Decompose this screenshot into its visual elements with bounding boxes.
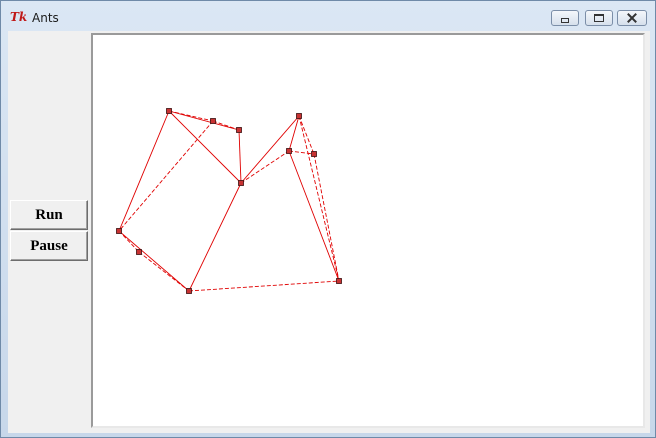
graph-edge bbox=[118, 230, 190, 292]
app-window: Tk Ants Run Pause bbox=[0, 0, 656, 438]
graph-edge bbox=[188, 182, 242, 292]
graph-edge bbox=[298, 115, 340, 282]
graph-edge bbox=[313, 153, 340, 282]
graph-edge bbox=[168, 110, 242, 184]
close-icon bbox=[627, 13, 637, 23]
maximize-icon bbox=[594, 14, 604, 22]
graph-node bbox=[336, 278, 342, 284]
graph-edge bbox=[168, 110, 240, 131]
graph-edge bbox=[118, 120, 214, 232]
graph-node bbox=[236, 127, 242, 133]
graph-node bbox=[116, 228, 122, 234]
tk-feather-icon: Tk bbox=[10, 10, 28, 24]
close-button[interactable] bbox=[617, 10, 647, 26]
pause-button[interactable]: Pause bbox=[10, 231, 88, 261]
graph-node bbox=[136, 249, 142, 255]
ant-graph bbox=[116, 108, 342, 294]
graph-edge bbox=[288, 150, 315, 155]
graph-node bbox=[311, 151, 317, 157]
simulation-canvas[interactable] bbox=[91, 33, 645, 428]
graph-node bbox=[286, 148, 292, 154]
graph-node bbox=[296, 113, 302, 119]
client-area: Run Pause bbox=[8, 31, 650, 433]
graph-edge bbox=[118, 110, 170, 232]
graph-edge bbox=[238, 129, 242, 184]
title-bar[interactable]: Tk Ants bbox=[1, 1, 655, 31]
graph-node bbox=[210, 118, 216, 124]
graph-edge bbox=[188, 280, 340, 292]
graph-node bbox=[186, 288, 192, 294]
run-button[interactable]: Run bbox=[10, 200, 88, 230]
graph-node bbox=[166, 108, 172, 114]
graph-node bbox=[238, 180, 244, 186]
minimize-button[interactable] bbox=[551, 10, 579, 26]
minimize-icon bbox=[561, 17, 569, 23]
window-title: Ants bbox=[32, 11, 59, 25]
graph-edge bbox=[288, 150, 340, 282]
maximize-button[interactable] bbox=[585, 10, 613, 26]
